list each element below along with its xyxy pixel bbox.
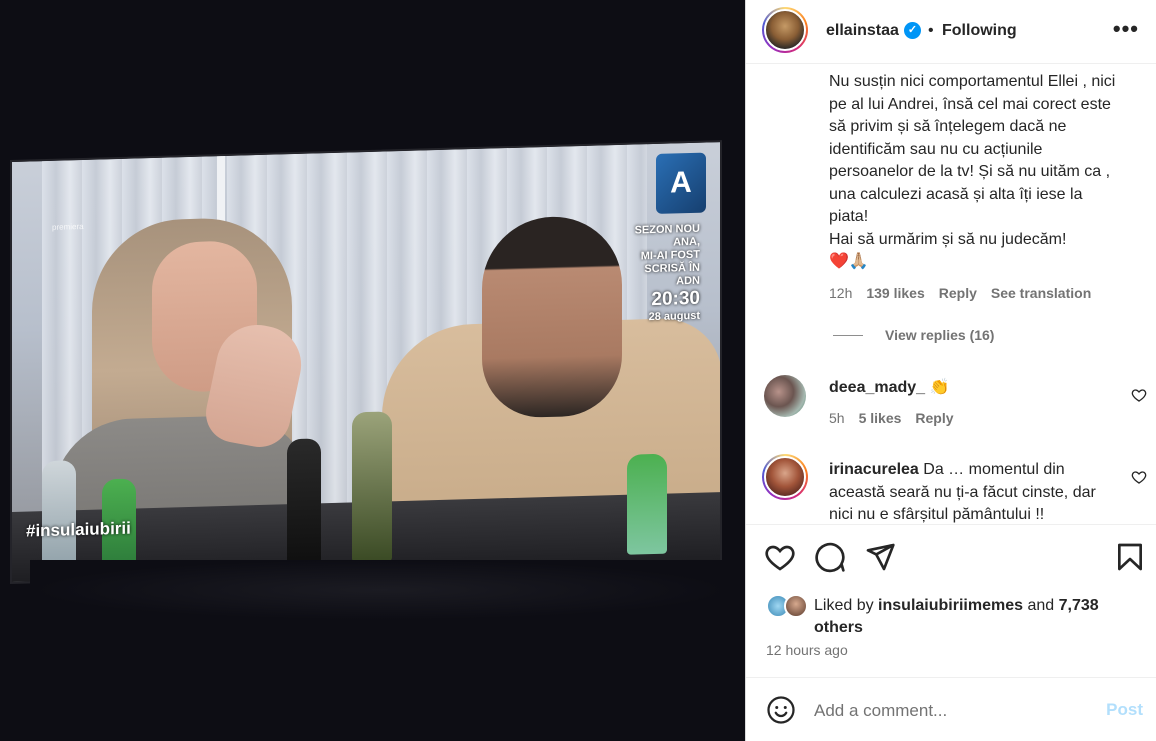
following-button[interactable]: Following xyxy=(942,22,1017,40)
author-avatar[interactable] xyxy=(762,7,808,53)
comments-list[interactable]: Nu susțin nici comportamentul Ellei , ni… xyxy=(746,65,1156,525)
tv-corner-label: premiera xyxy=(52,221,84,232)
author-username[interactable]: ellainstaa xyxy=(826,22,899,40)
post-comment-button[interactable]: Post xyxy=(1106,700,1143,720)
promo-line: SCRISĂ ÎN ADN xyxy=(644,261,700,288)
tv-screen-photo: premiera A SEZON NOU ANA, MI-AI FOST SCR… xyxy=(10,140,722,584)
more-options-icon[interactable]: ••• xyxy=(1113,16,1139,42)
share-icon[interactable] xyxy=(864,541,896,573)
likes-count[interactable]: 7,738 xyxy=(1059,597,1099,614)
reply-button[interactable]: Reply xyxy=(915,410,953,426)
comment-likes[interactable]: 139 likes xyxy=(866,285,924,301)
heart-icon[interactable] xyxy=(764,541,796,573)
comment-meta: 5h 5 likes Reply xyxy=(829,410,954,426)
man-head xyxy=(482,214,622,419)
comment-text: irinacurelea Da … momentul din această s… xyxy=(829,459,1119,525)
comment-likes[interactable]: 5 likes xyxy=(859,410,902,426)
comment-icon[interactable] xyxy=(814,541,846,573)
tv-channel-logo: A xyxy=(656,152,706,214)
author-avatar-image xyxy=(764,9,806,51)
see-translation-button[interactable]: See translation xyxy=(991,285,1091,301)
comment-body-line2: Hai să urmărim și să nu judecăm! xyxy=(829,230,1067,248)
commenter-avatar[interactable] xyxy=(762,454,808,500)
view-replies-label: View replies (16) xyxy=(885,327,995,343)
tv-hashtag: #insulaiubirii xyxy=(26,518,131,541)
bookmark-icon[interactable] xyxy=(1114,541,1146,573)
like-comment-heart-icon[interactable] xyxy=(1131,387,1147,403)
post-side-panel: ellainstaa ✓ • Following ••• Nu susțin n… xyxy=(745,0,1156,741)
liker-avatar[interactable] xyxy=(784,594,808,618)
comment-text: deea_mady_ 👏 xyxy=(829,377,1119,400)
promo-date: 28 august xyxy=(648,309,700,324)
comment-emoji: ❤️🙏🏼 xyxy=(829,253,869,270)
promo-time: 20:30 xyxy=(651,287,700,311)
liker-avatars xyxy=(766,594,816,620)
comment-body: 👏 xyxy=(929,379,950,396)
comment-input[interactable] xyxy=(814,698,1084,724)
water-bottle xyxy=(627,453,667,555)
comment-text: Nu susțin nici comportamentul Ellei , ni… xyxy=(829,71,1119,274)
likes-others[interactable]: others xyxy=(814,619,863,636)
water-bottle xyxy=(42,460,76,572)
post-timestamp[interactable]: 12 hours ago xyxy=(766,642,848,658)
champagne-bottle xyxy=(352,411,392,563)
commenter-avatar-image xyxy=(764,456,806,498)
wine-bottle xyxy=(287,438,321,565)
emoji-icon[interactable] xyxy=(766,695,796,725)
likes-and: and xyxy=(1027,597,1055,614)
verified-badge-icon: ✓ xyxy=(904,22,921,39)
liker-username[interactable]: insulaiubiriimemes xyxy=(878,597,1023,614)
tv-stand-shadow xyxy=(30,560,730,620)
post-header: ellainstaa ✓ • Following ••• xyxy=(746,0,1156,64)
commenter-avatar[interactable] xyxy=(764,375,806,417)
post-actions-bar xyxy=(746,524,1156,594)
header-separator: • xyxy=(928,22,934,39)
view-replies-button[interactable]: View replies (16) xyxy=(833,327,994,343)
likes-prefix: Liked by xyxy=(814,597,874,614)
likes-text: Liked by insulaiubiriimemes and 7,738 ot… xyxy=(814,595,1134,639)
commenter-username[interactable]: irinacurelea xyxy=(829,461,919,478)
tv-promo-text: SEZON NOU ANA, MI-AI FOST SCRISĂ ÎN ADN … xyxy=(620,223,700,325)
add-comment-bar: Post xyxy=(746,677,1156,741)
replies-divider xyxy=(833,334,863,336)
comment-body: Nu susțin nici comportamentul Ellei , ni… xyxy=(829,73,1116,225)
commenter-username[interactable]: deea_mady_ xyxy=(829,379,925,396)
comment-meta: 12h 139 likes Reply See translation xyxy=(829,285,1091,301)
reply-button[interactable]: Reply xyxy=(939,285,977,301)
like-comment-heart-icon[interactable] xyxy=(1131,469,1147,485)
comment-time[interactable]: 12h xyxy=(829,285,852,301)
post-media[interactable]: premiera A SEZON NOU ANA, MI-AI FOST SCR… xyxy=(0,0,745,741)
comment-time[interactable]: 5h xyxy=(829,410,845,426)
